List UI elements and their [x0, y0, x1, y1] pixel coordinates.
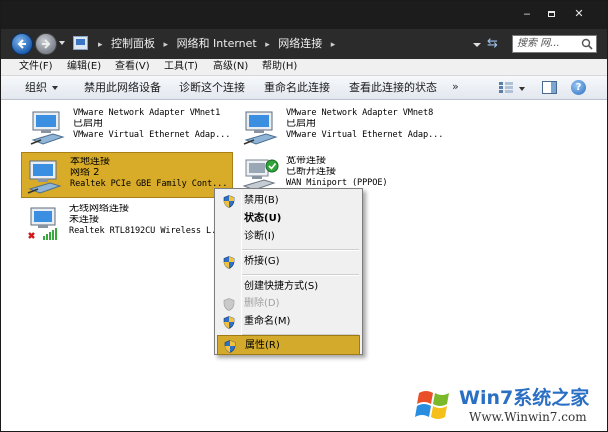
menu-advanced[interactable]: 高级(N)	[213, 60, 248, 74]
address-history-dropdown[interactable]	[473, 43, 481, 47]
recent-pages-dropdown[interactable]	[59, 41, 65, 45]
connection-status: 未连接	[69, 215, 99, 225]
connection-name: VMware Network Adapter VMnet1	[73, 108, 221, 118]
chevron-right-icon[interactable]: ▸	[265, 40, 270, 50]
uac-shield-icon	[224, 340, 236, 353]
menu-item-rename[interactable]: 重命名(M)	[217, 312, 360, 332]
uac-shield-icon	[223, 256, 235, 269]
uac-shield-icon	[223, 298, 235, 311]
help-icon[interactable]: ?	[571, 80, 586, 95]
connection-status: 已启用	[73, 119, 103, 129]
menu-item-label: 属性(R)	[245, 340, 280, 351]
connection-item-vmnet8[interactable]: VMware Network Adapter VMnet8 已启用 VMware…	[238, 104, 450, 150]
breadcrumb-network-internet[interactable]: 网络和 Internet	[177, 37, 257, 50]
connection-device: VMware Virtual Ethernet Adap...	[286, 130, 444, 140]
menu-item-label: 状态(U)	[244, 213, 282, 224]
organize-button[interactable]: 组织	[25, 81, 58, 95]
rename-connection-button[interactable]: 重命名此连接	[264, 81, 330, 95]
preview-pane-icon[interactable]	[542, 81, 557, 94]
menu-item-bridge[interactable]: 桥接(G)	[217, 252, 360, 272]
menu-item-disable[interactable]: 禁用(B)	[217, 191, 360, 211]
network-connections-window: ‒ ✕ ▸ 控制面板 ▸ 网络和 Internet ▸ 网络连接 ▸ ⇆ 搜索 …	[0, 0, 608, 432]
connection-name: 宽带连接	[286, 156, 326, 166]
diagnose-connection-button[interactable]: 诊断这个连接	[179, 81, 245, 95]
menu-item-delete: 删除(D)	[217, 294, 360, 314]
title-bar: ‒ ✕	[1, 1, 607, 29]
connection-name: VMware Network Adapter VMnet8	[286, 108, 434, 118]
connection-item-wireless[interactable]: 无线网络连接 未连接 Realtek RTL8192CU Wireless L.…	[21, 200, 233, 246]
menu-separator	[242, 274, 359, 276]
back-button[interactable]	[11, 33, 33, 55]
disable-device-button[interactable]: 禁用此网络设备	[84, 81, 161, 95]
more-commands-button[interactable]: »	[452, 80, 459, 93]
search-placeholder: 搜索 网...	[517, 38, 560, 49]
connection-item-vmnet1[interactable]: VMware Network Adapter VMnet1 已启用 VMware…	[25, 104, 237, 150]
chevron-down-icon	[52, 86, 58, 90]
forward-button[interactable]	[35, 33, 57, 55]
menu-item-label: 重命名(M)	[244, 316, 291, 327]
network-adapter-icon	[30, 111, 65, 145]
wireless-adapter-icon	[28, 207, 57, 240]
menu-edit[interactable]: 编辑(E)	[67, 60, 101, 74]
back-arrow-icon	[17, 39, 26, 49]
chevron-right-icon[interactable]: ▸	[164, 40, 169, 50]
menu-separator	[242, 249, 359, 251]
breadcrumb-network-connections[interactable]: 网络连接	[278, 37, 322, 50]
menu-bar: 文件(F) 编辑(E) 查看(V) 工具(T) 高级(N) 帮助(H)	[1, 59, 607, 76]
control-panel-icon	[73, 36, 88, 50]
forward-arrow-icon	[42, 39, 51, 49]
watermark-url: Www.Winwin7.com	[469, 410, 587, 424]
menu-item-label: 禁用(B)	[244, 195, 279, 206]
views-dropdown-icon[interactable]	[519, 87, 525, 91]
network-adapter-icon	[27, 160, 62, 194]
menu-item-label: 桥接(G)	[244, 256, 280, 267]
breadcrumb: ▸ 控制面板 ▸ 网络和 Internet ▸ 网络连接 ▸	[93, 36, 340, 52]
menu-tools[interactable]: 工具(T)	[164, 60, 198, 74]
menu-help[interactable]: 帮助(H)	[262, 60, 297, 74]
connection-item-local[interactable]: 本地连接 网络 2 Realtek PCIe GBE Family Cont..…	[21, 152, 233, 198]
search-input[interactable]: 搜索 网...	[512, 35, 597, 53]
breadcrumb-control-panel[interactable]: 控制面板	[111, 37, 155, 50]
connection-name: 本地连接	[70, 157, 110, 167]
site-watermark: Win7系统之家 Www.Winwin7.com	[413, 381, 607, 431]
view-status-button[interactable]: 查看此连接的状态	[349, 81, 437, 95]
chevron-right-icon[interactable]: ▸	[98, 40, 103, 50]
command-bar: 组织 禁用此网络设备 诊断这个连接 重命名此连接 查看此连接的状态 » ?	[1, 76, 607, 100]
close-button[interactable]: ✕	[569, 6, 589, 22]
refresh-icon[interactable]: ⇆	[487, 37, 503, 51]
maximize-icon	[547, 11, 555, 17]
connection-status: 已启用	[286, 119, 316, 129]
organize-label: 组织	[25, 81, 47, 94]
connection-status: 已断开连接	[286, 167, 336, 177]
connection-device: Realtek RTL8192CU Wireless L...	[69, 226, 227, 236]
views-icon[interactable]	[498, 81, 514, 94]
search-icon[interactable]	[581, 38, 593, 50]
minimize-button[interactable]: ‒	[517, 6, 537, 22]
menu-view[interactable]: 查看(V)	[115, 60, 150, 74]
maximize-button[interactable]	[541, 6, 561, 22]
menu-item-properties[interactable]: 属性(R)	[217, 335, 360, 355]
connection-text: VMware Network Adapter VMnet8 已启用 VMware…	[286, 108, 448, 141]
menu-item-label: 诊断(I)	[244, 231, 275, 242]
menu-item-diagnose[interactable]: 诊断(I)	[217, 227, 360, 247]
connection-status: 网络 2	[70, 168, 100, 178]
menu-item-status[interactable]: 状态(U)	[217, 209, 360, 229]
connection-text: VMware Network Adapter VMnet1 已启用 VMware…	[73, 108, 235, 141]
context-menu: 禁用(B) 状态(U) 诊断(I) 桥接(G) 创建快捷方式(S) 删除(D)	[214, 188, 363, 355]
uac-shield-icon	[223, 195, 235, 208]
connection-device: VMware Virtual Ethernet Adap...	[73, 130, 231, 140]
address-bar-row: ▸ 控制面板 ▸ 网络和 Internet ▸ 网络连接 ▸ ⇆ 搜索 网...	[1, 29, 607, 59]
menu-file[interactable]: 文件(F)	[19, 60, 53, 74]
uac-shield-icon	[223, 316, 235, 329]
network-adapter-icon	[243, 111, 278, 145]
watermark-brand: Win7系统之家	[459, 387, 590, 409]
connection-text: 宽带连接 已断开连接 WAN Miniport (PPPOE)	[286, 156, 448, 189]
connection-device: Realtek PCIe GBE Family Cont...	[70, 179, 228, 189]
connection-text: 本地连接 网络 2 Realtek PCIe GBE Family Cont..…	[70, 157, 232, 190]
connection-name: 无线网络连接	[69, 204, 129, 214]
connection-text: 无线网络连接 未连接 Realtek RTL8192CU Wireless L.…	[69, 204, 231, 237]
chevron-right-icon[interactable]: ▸	[331, 40, 336, 50]
menu-item-label: 删除(D)	[244, 298, 280, 309]
windows-logo-icon	[415, 391, 449, 419]
